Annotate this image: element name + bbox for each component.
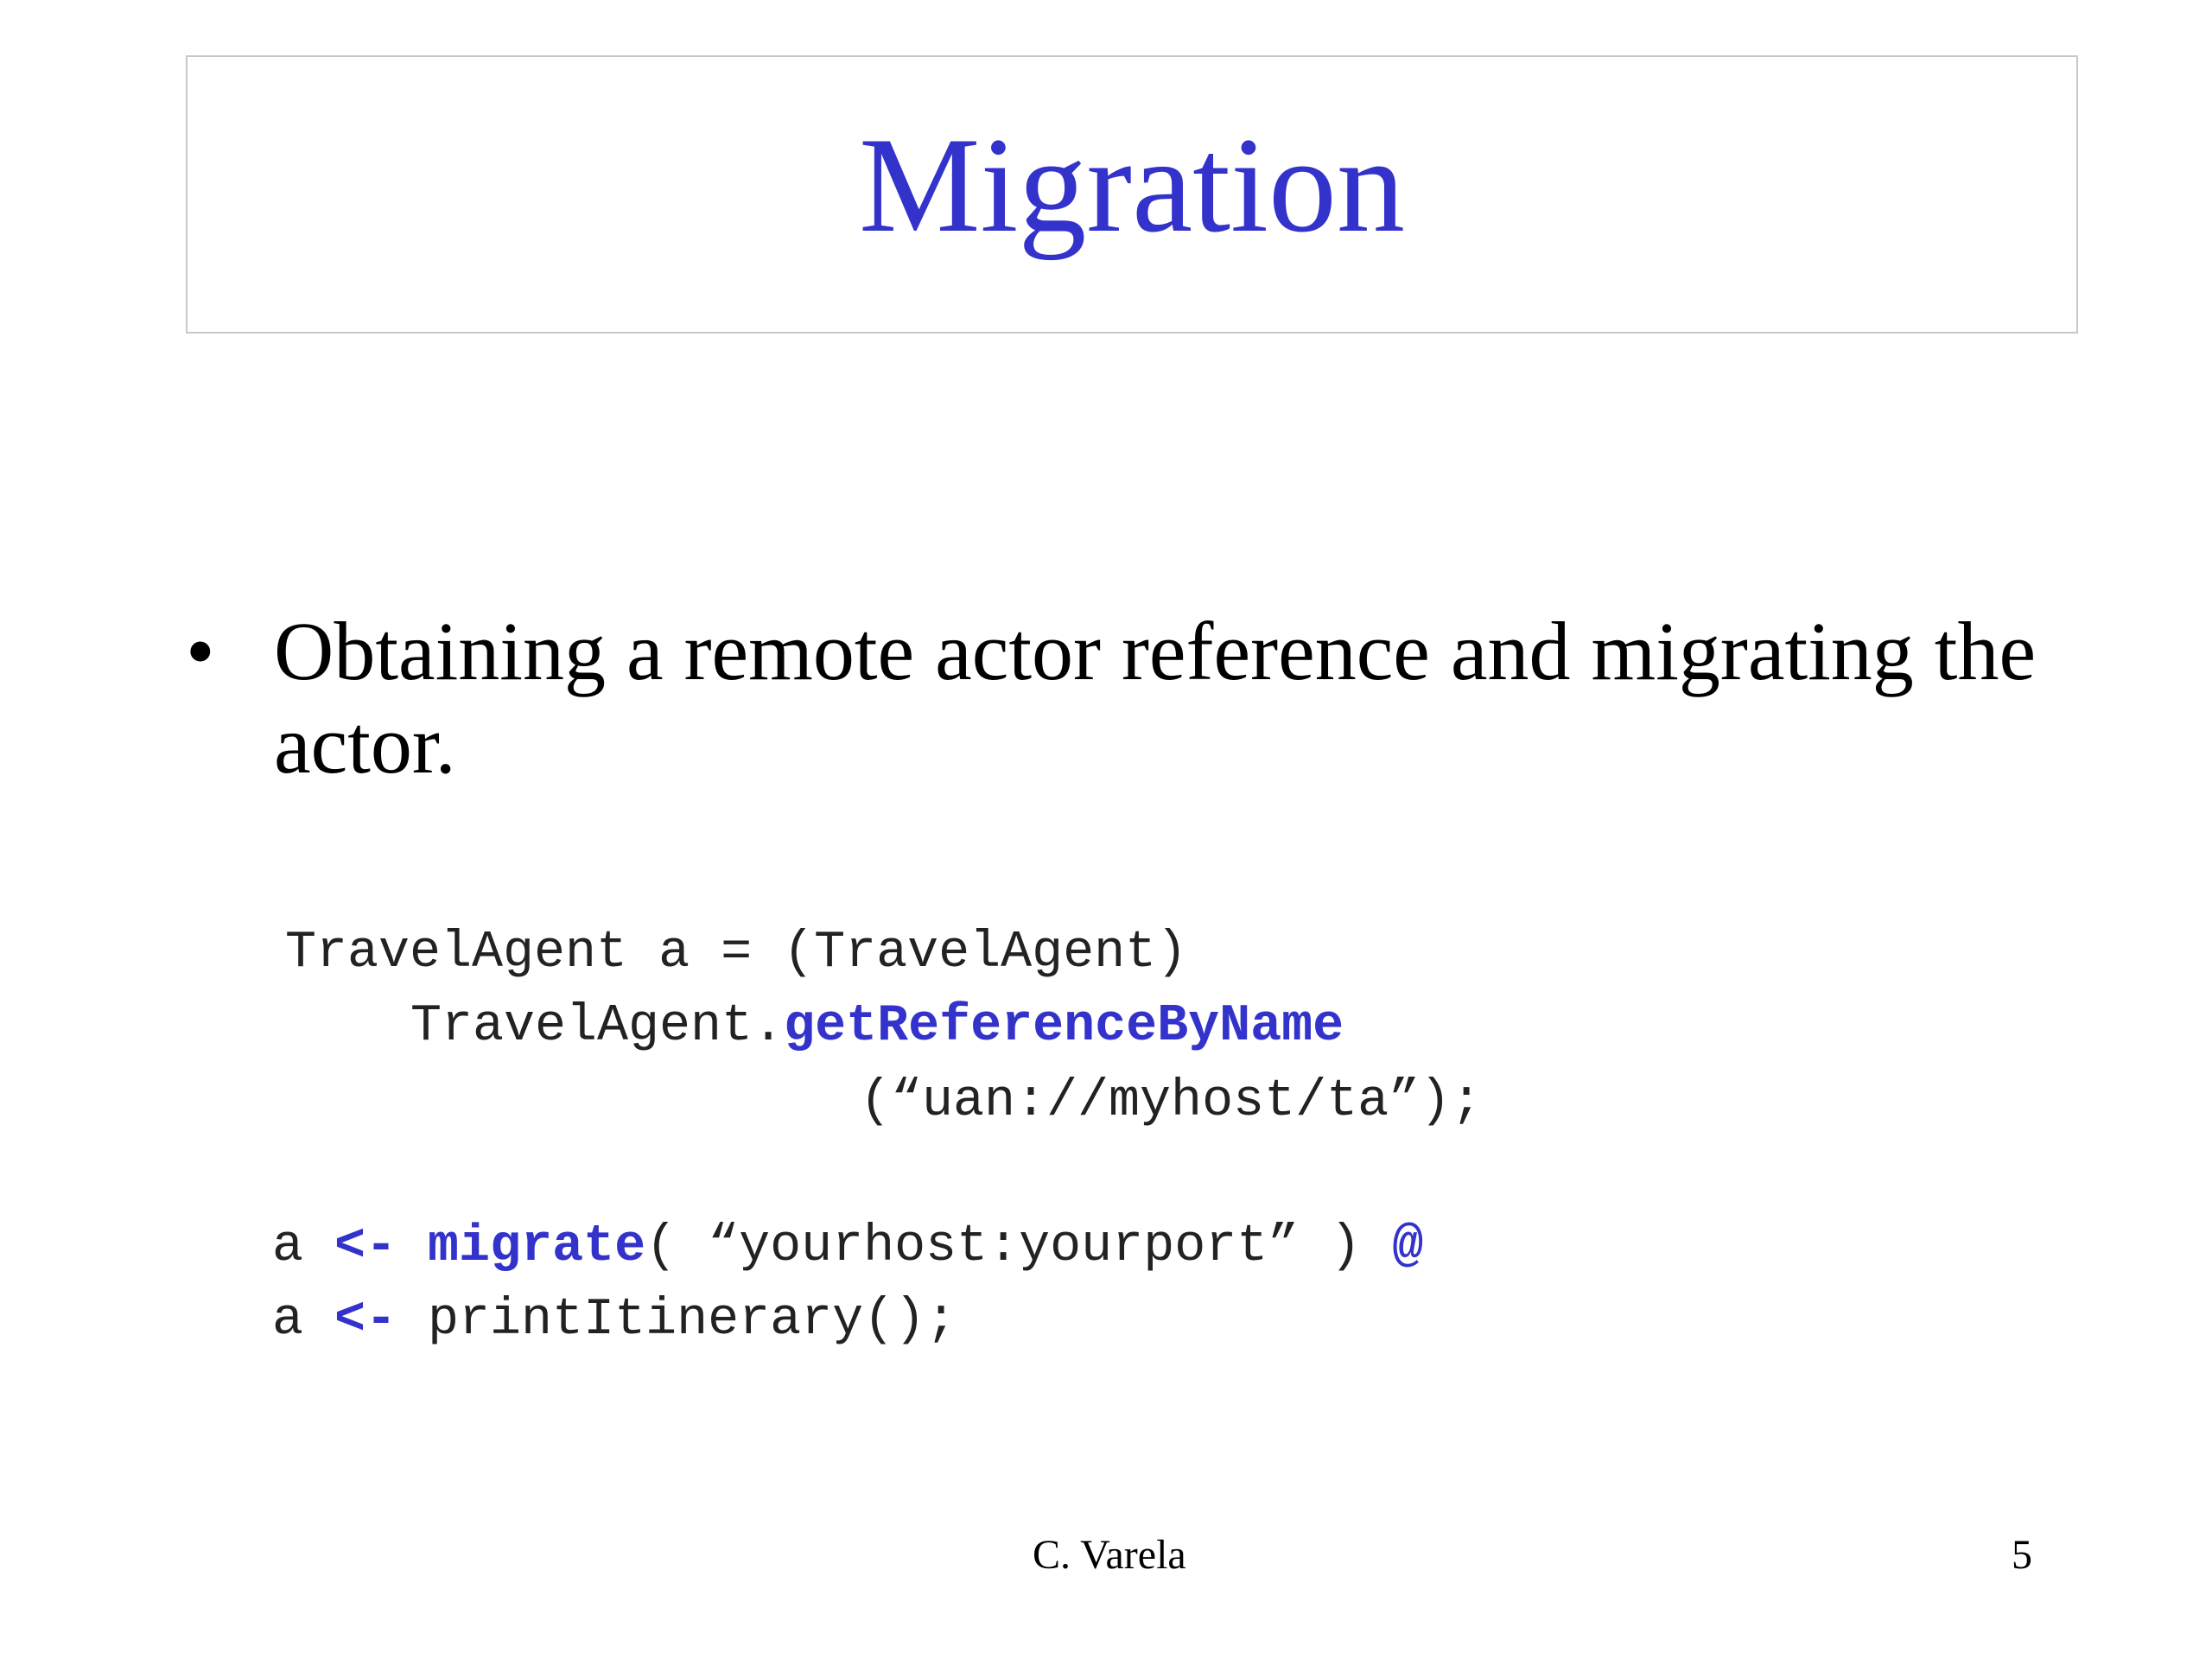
code-line-4-var: a	[272, 1217, 335, 1276]
code-keyword-getReferenceByName: getReferenceByName	[784, 997, 1344, 1056]
bullet-text: Obtaining a remote actor reference and m…	[274, 605, 2037, 791]
code-line-1: TravelAgent a = (TravelAgent)	[285, 924, 1188, 982]
code-operator-send-2: <-	[334, 1291, 397, 1350]
page-number: 5	[2012, 1532, 2032, 1578]
bullet-icon: •	[186, 605, 215, 697]
code-line-2: TravelAgent.getReferenceByName	[410, 989, 1344, 1064]
footer-author: C. Varela	[1033, 1532, 1186, 1578]
code-keyword-migrate: migrate	[428, 1217, 646, 1276]
code-operator-send: <-	[334, 1217, 397, 1276]
code-line-4-space	[397, 1217, 428, 1276]
code-line-5: a <- printItinerary();	[272, 1283, 957, 1357]
title-box: Migration	[186, 55, 2078, 334]
code-line-5-rest: printItinerary();	[397, 1291, 957, 1350]
code-line-2-prefix: TravelAgent.	[410, 997, 785, 1056]
bullet-item: • Obtaining a remote actor reference and…	[186, 605, 2044, 791]
slide-title: Migration	[859, 110, 1405, 261]
code-line-3: (“uan://myhost/ta”);	[860, 1072, 1483, 1131]
code-line-4: a <- migrate( “yourhost:yourport” ) @	[272, 1210, 1423, 1284]
slide: Migration • Obtaining a remote actor ref…	[0, 0, 2212, 1659]
code-operator-join: @	[1392, 1217, 1424, 1276]
code-line-5-var: a	[272, 1291, 335, 1350]
code-line-4-args: ( “yourhost:yourport” )	[645, 1217, 1393, 1276]
